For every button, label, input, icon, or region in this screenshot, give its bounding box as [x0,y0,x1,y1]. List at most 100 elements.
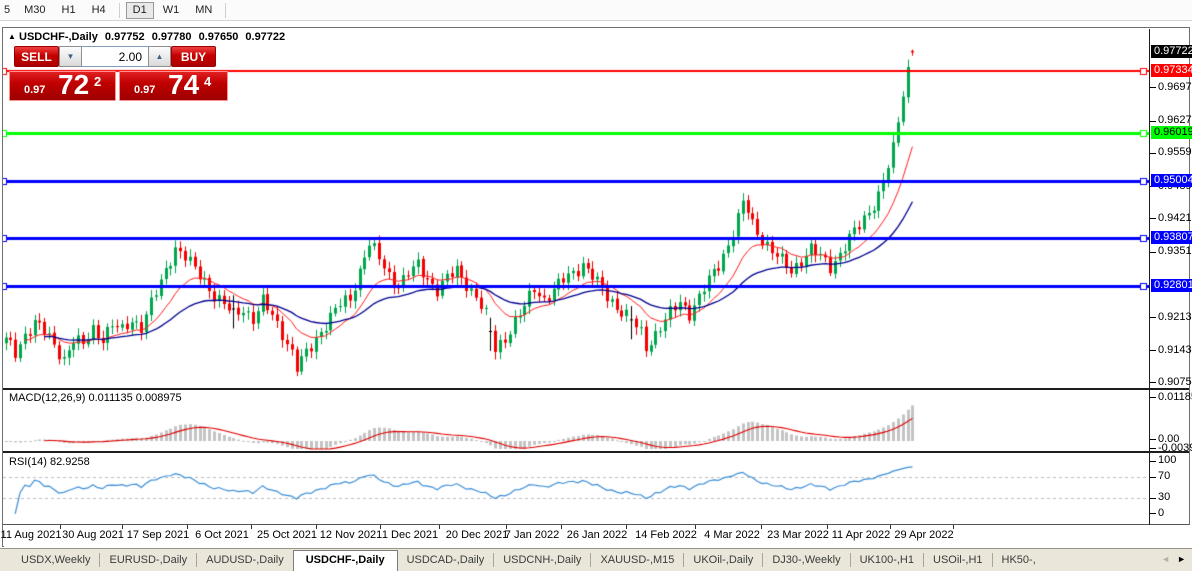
chart-tab-usoil-h1[interactable]: USOil-,H1 [924,551,992,569]
timeframe-toolbar: 5M30H1H4 D1W1MN [0,0,1192,21]
rsi-tick-dash [1150,461,1156,462]
date-label: 11 Apr 2022 [832,529,891,541]
rsi-pane-canvas[interactable] [3,453,1149,524]
date-tick [890,525,891,529]
symbol-name: USDCHF-,Daily [19,31,98,43]
date-tick [187,525,188,529]
date-tick [827,525,828,529]
price-badge: 0.97722 [1151,45,1192,58]
chart-window: ▲ USDCHF-,Daily 0.97752 0.97780 0.97650 … [2,27,1190,547]
price-tick-dash [1150,317,1156,318]
date-label: 26 Jan 2022 [567,529,628,541]
buy-button[interactable]: BUY [171,46,216,67]
price-tick-dash [1150,87,1156,88]
rsi-axis-label: 0 [1158,507,1164,519]
price-badge: 0.96019 [1151,126,1192,139]
sell-price-point: 2 [94,74,101,89]
date-tick [122,525,123,529]
ohlc-open: 0.97752 [105,31,145,43]
chart-tab-usdx-weekly[interactable]: USDX,Weekly [12,551,99,569]
chart-tab-ukoil-daily[interactable]: UKOil-,Daily [684,551,762,569]
tab-scroll-left-icon[interactable]: ◄ [1161,554,1170,564]
date-tick [561,525,562,529]
one-click-trade-panel: SELL ▼ ▲ BUY 0.97 72 2 0.97 74 4 [9,46,231,103]
ohlc-low: 0.97650 [199,31,239,43]
price-tick-label: 0.90750 [1158,376,1192,388]
rsi-label: RSI(14) 82.9258 [9,456,90,468]
date-label: 20 Dec 2021 [446,529,508,541]
price-badge: 0.97334 [1151,64,1192,77]
macd-tick-dash [1150,439,1156,440]
chart-tab-usdcnh-daily[interactable]: USDCNH-,Daily [494,551,590,569]
timeframe-button-5[interactable]: 5 [1,2,15,19]
chart-tab-dj30-weekly[interactable]: DJ30-,Weekly [763,551,849,569]
chart-tab-eurusd-daily[interactable]: EURUSD-,Daily [100,551,196,569]
chart-tab-xauusd-m15[interactable]: XAUUSD-,M15 [591,551,683,569]
date-tick [380,525,381,529]
price-tick-dash [1150,252,1156,253]
macd-axis-label: 0.011853 [1158,391,1192,403]
toolbar-separator [225,3,226,18]
price-tick-label: 0.93510 [1158,245,1192,257]
sell-button[interactable]: SELL [14,46,59,67]
date-label: 23 Mar 2022 [767,529,829,541]
price-tick-label: 0.91430 [1158,344,1192,356]
date-label: 17 Sep 2021 [127,529,189,541]
date-label: 14 Feb 2022 [635,529,697,541]
date-label: 11 Aug 2021 [1,529,62,541]
chart-tab-audusd-daily[interactable]: AUDUSD-,Daily [197,551,293,569]
timeframe-button-h1[interactable]: H1 [55,2,83,19]
volume-input[interactable] [82,46,148,67]
date-label: 12 Nov 2021 [320,529,382,541]
date-tick [761,525,762,529]
date-tick [695,525,696,529]
date-label: 25 Oct 2021 [257,529,317,541]
date-axis[interactable]: 11 Aug 202130 Aug 202117 Sep 20216 Oct 2… [4,525,1190,547]
date-label: 1 Dec 2021 [382,529,438,541]
rsi-axis-label: 70 [1158,470,1170,482]
price-badge: 0.95004 [1151,174,1192,187]
price-badge: 0.93807 [1151,231,1192,244]
rsi-tick-dash [1150,513,1156,514]
volume-increase-button[interactable]: ▲ [148,46,171,67]
timeframe-button-m30[interactable]: M30 [17,2,52,19]
sell-price-tile[interactable]: 0.97 72 2 [9,71,116,101]
date-tick [439,525,440,529]
price-tick-label: 0.96270 [1158,114,1192,126]
rsi-axis-label: 30 [1158,491,1170,503]
date-label: 29 Apr 2022 [894,529,953,541]
tab-scroll-right-icon[interactable]: ► [1177,554,1186,564]
timeframe-button-w1[interactable]: W1 [156,2,187,19]
price-tick-label: 0.96970 [1158,81,1192,93]
price-tick-label: 0.95590 [1158,146,1192,158]
price-tick-dash [1150,350,1156,351]
chart-tab-uk100-h1[interactable]: UK100-,H1 [851,551,923,569]
date-label: 4 Mar 2022 [704,529,760,541]
chart-tab-usdchf-daily[interactable]: USDCHF-,Daily [293,550,398,571]
timeframe-button-d1[interactable]: D1 [126,2,154,19]
macd-axis-label: -0.003944 [1158,442,1192,454]
sell-price-prefix: 0.97 [24,84,45,96]
date-tick [626,525,627,529]
ohlc-close: 0.97722 [245,31,285,43]
buy-price-prefix: 0.97 [134,84,155,96]
price-tick-dash [1150,218,1156,219]
chart-title: USDCHF-,Daily 0.97752 0.97780 0.97650 0.… [19,31,289,43]
rsi-tick-dash [1150,498,1156,499]
date-tick [953,525,954,529]
timeframe-button-mn[interactable]: MN [188,2,219,19]
price-badge: 0.92801 [1151,279,1192,292]
one-click-panel-toggle-icon[interactable]: ▲ [8,32,16,41]
macd-label: MACD(12,26,9) 0.011135 0.008975 [9,392,182,404]
volume-decrease-button[interactable]: ▼ [59,46,82,67]
buy-price-tile[interactable]: 0.97 74 4 [119,71,228,101]
timeframe-button-h4[interactable]: H4 [85,2,113,19]
price-tick-dash [1150,382,1156,383]
chart-tab-hk50[interactable]: HK50-, [993,551,1045,569]
toolbar-separator [119,3,120,18]
chart-tab-usdcad-daily[interactable]: USDCAD-,Daily [398,551,494,569]
buy-price-pips: 74 [168,69,199,101]
date-tick [251,525,252,529]
price-tick-label: 0.92130 [1158,311,1192,323]
date-label: 30 Aug 2021 [62,529,124,541]
